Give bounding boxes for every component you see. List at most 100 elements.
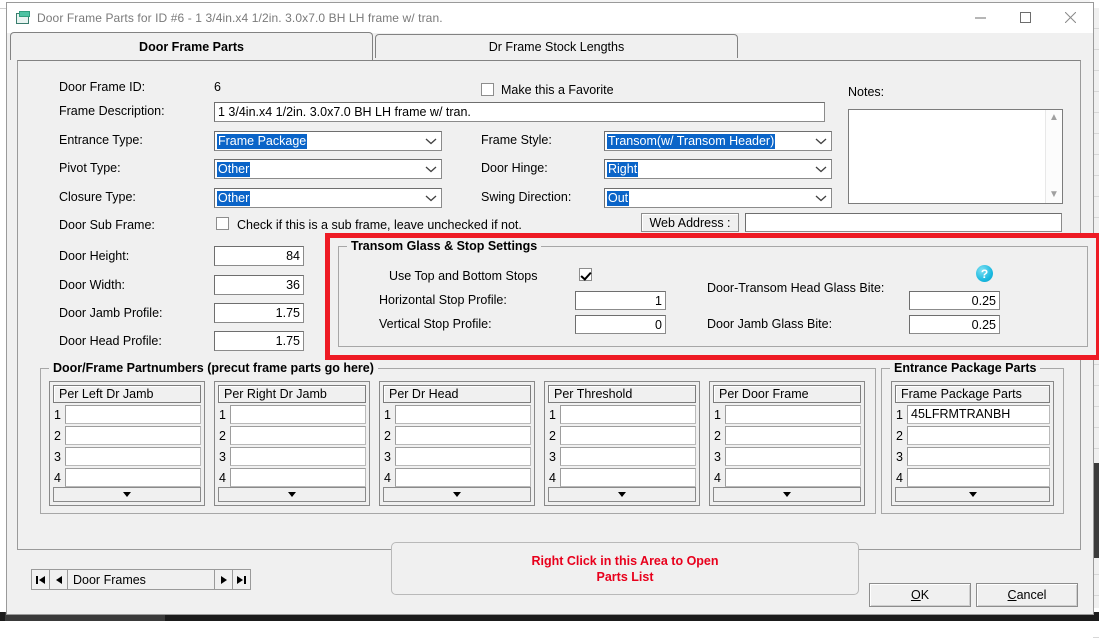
table-row[interactable]: 4: [548, 467, 696, 488]
row-number: 2: [714, 428, 721, 443]
table-row[interactable]: 3: [218, 446, 366, 467]
row-value[interactable]: [65, 468, 201, 487]
table-row[interactable]: 3: [713, 446, 861, 467]
row-value[interactable]: [230, 426, 366, 445]
table-row[interactable]: 2: [713, 425, 861, 446]
nav-prev-button[interactable]: [50, 570, 68, 589]
row-value[interactable]: [65, 426, 201, 445]
row-value[interactable]: [560, 447, 696, 466]
row-value[interactable]: [907, 426, 1050, 445]
row-value[interactable]: [725, 468, 861, 487]
swing-direction-combobox[interactable]: Out: [604, 188, 832, 208]
ok-button[interactable]: OK: [869, 583, 971, 607]
door-transom-head-glass-bite-input[interactable]: 0.25: [909, 291, 1000, 310]
table-row[interactable]: 4: [218, 467, 366, 488]
row-value[interactable]: [230, 468, 366, 487]
title-bar[interactable]: Door Frame Parts for ID #6 - 1 3/4in.x4 …: [7, 3, 1093, 33]
nav-last-button[interactable]: [232, 570, 250, 589]
nav-first-button[interactable]: [32, 570, 50, 589]
row-value[interactable]: [560, 405, 696, 424]
table-row[interactable]: 2: [383, 425, 531, 446]
scroll-down-icon[interactable]: ▼: [1049, 190, 1059, 200]
row-value[interactable]: [560, 426, 696, 445]
frame-style-combobox[interactable]: Transom(w/ Transom Header): [604, 131, 832, 151]
row-value[interactable]: [65, 405, 201, 424]
door-jamb-profile-input[interactable]: 1.75: [214, 303, 304, 323]
right-click-line1: Right Click in this Area to Open: [531, 553, 719, 568]
make-favorite-checkbox[interactable]: [481, 83, 494, 96]
row-value[interactable]: [907, 447, 1050, 466]
scroll-up-icon[interactable]: ▲: [1049, 113, 1059, 123]
label-door-hinge: Door Hinge:: [481, 161, 548, 175]
row-value[interactable]: [725, 426, 861, 445]
row-value[interactable]: [395, 405, 531, 424]
row-value[interactable]: [230, 405, 366, 424]
door-height-input[interactable]: 84: [214, 246, 304, 266]
frame-description-input[interactable]: 1 3/4in.x4 1/2in. 3.0x7.0 BH LH frame w/…: [214, 102, 825, 122]
table-row[interactable]: 2: [548, 425, 696, 446]
table-row[interactable]: 1: [53, 404, 201, 425]
table-row[interactable]: 1 45LFRMTRANBH: [895, 404, 1050, 425]
door-width-input[interactable]: 36: [214, 275, 304, 295]
row-value[interactable]: [395, 447, 531, 466]
table-row[interactable]: 2: [218, 425, 366, 446]
table-row[interactable]: 4: [713, 467, 861, 488]
notes-scrollbar[interactable]: ▲ ▼: [1045, 110, 1062, 203]
maximize-icon[interactable]: [1003, 3, 1048, 32]
row-value[interactable]: [725, 405, 861, 424]
row-value[interactable]: [230, 447, 366, 466]
pivot-type-combobox[interactable]: Other: [214, 159, 442, 179]
tab-dr-frame-stock-lengths[interactable]: Dr Frame Stock Lengths: [375, 34, 738, 58]
row-value[interactable]: [395, 426, 531, 445]
part-list-scroll-down[interactable]: [218, 487, 366, 502]
close-icon[interactable]: [1048, 3, 1093, 32]
entrance-package-group-title: Entrance Package Parts: [890, 361, 1041, 375]
tab-door-frame-parts[interactable]: Door Frame Parts: [10, 32, 373, 60]
cancel-button[interactable]: Cancel: [976, 583, 1078, 607]
minimize-icon[interactable]: [958, 3, 1003, 32]
table-row[interactable]: 3: [383, 446, 531, 467]
door-hinge-combobox[interactable]: Right: [604, 159, 832, 179]
table-row[interactable]: 1: [548, 404, 696, 425]
table-row[interactable]: 4: [895, 467, 1050, 488]
web-address-input[interactable]: [745, 213, 1062, 232]
parts-list-right-click-area[interactable]: Right Click in this Area to Open Parts L…: [391, 542, 859, 595]
door-jamb-glass-bite-input[interactable]: 0.25: [909, 315, 1000, 334]
ok-rest: K: [920, 588, 930, 602]
part-list-scroll-down[interactable]: [895, 487, 1050, 502]
table-row[interactable]: 3: [895, 446, 1050, 467]
horizontal-stop-profile-input[interactable]: 1: [575, 291, 666, 310]
table-row[interactable]: 4: [53, 467, 201, 488]
table-row[interactable]: 2: [895, 425, 1050, 446]
use-top-bottom-stops-checkbox[interactable]: [579, 268, 592, 281]
row-value[interactable]: [725, 447, 861, 466]
row-value[interactable]: [395, 468, 531, 487]
row-value[interactable]: [560, 468, 696, 487]
door-head-profile-input[interactable]: 1.75: [214, 331, 304, 351]
table-row[interactable]: 4: [383, 467, 531, 488]
row-value[interactable]: 45LFRMTRANBH: [907, 405, 1050, 424]
nav-next-button[interactable]: [214, 570, 232, 589]
table-row[interactable]: 1: [218, 404, 366, 425]
table-row[interactable]: 1: [383, 404, 531, 425]
question-mark-icon[interactable]: ?: [976, 265, 993, 282]
part-list-scroll-down[interactable]: [548, 487, 696, 502]
part-list-scroll-down[interactable]: [713, 487, 861, 502]
vertical-stop-profile-input[interactable]: 0: [575, 315, 666, 334]
right-click-line2: Parts List: [596, 569, 654, 584]
row-value[interactable]: [65, 447, 201, 466]
record-navigator: Door Frames: [31, 569, 251, 590]
part-list-scroll-down[interactable]: [383, 487, 531, 502]
notes-textarea[interactable]: ▲ ▼: [848, 109, 1063, 204]
row-number: 1: [896, 407, 903, 422]
table-row[interactable]: 3: [53, 446, 201, 467]
web-address-button[interactable]: Web Address :: [641, 213, 739, 232]
part-list-scroll-down[interactable]: [53, 487, 201, 502]
table-row[interactable]: 3: [548, 446, 696, 467]
entrance-type-combobox[interactable]: Frame Package: [214, 131, 442, 151]
table-row[interactable]: 2: [53, 425, 201, 446]
row-value[interactable]: [907, 468, 1050, 487]
door-sub-frame-checkbox[interactable]: [216, 217, 229, 230]
table-row[interactable]: 1: [713, 404, 861, 425]
closure-type-combobox[interactable]: Other: [214, 188, 442, 208]
